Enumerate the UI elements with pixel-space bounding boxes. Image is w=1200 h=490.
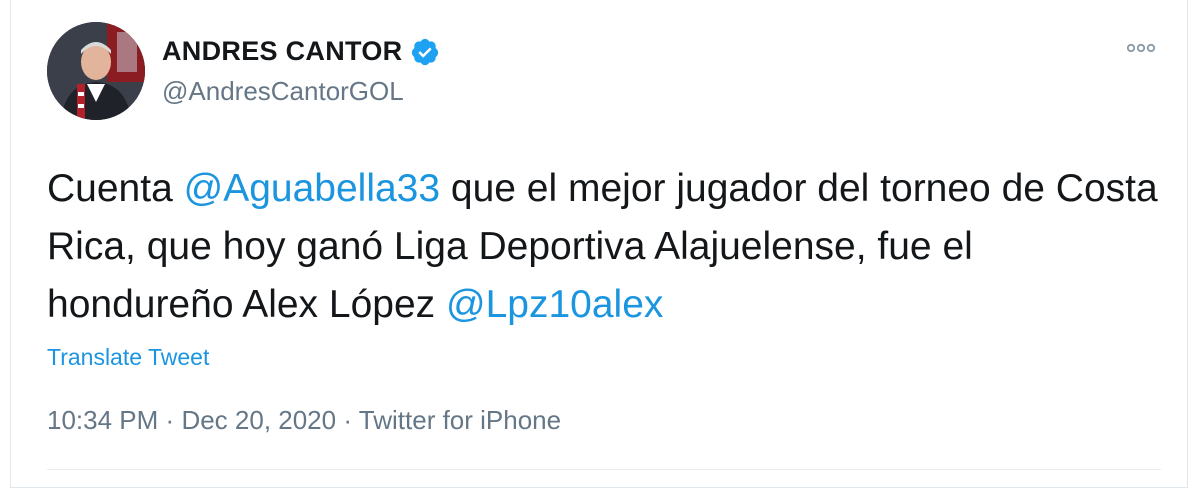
author-name-row[interactable]: ANDRES CANTOR bbox=[162, 36, 440, 67]
translate-tweet-link[interactable]: Translate Tweet bbox=[47, 344, 209, 371]
author-handle[interactable]: @AndresCantorGOL bbox=[162, 76, 404, 107]
mention-link[interactable]: @Lpz10alex bbox=[446, 283, 663, 326]
separator-dot: · bbox=[165, 405, 175, 435]
author-display-name[interactable]: ANDRES CANTOR bbox=[162, 36, 402, 67]
more-options-icon[interactable] bbox=[1123, 38, 1159, 58]
divider bbox=[47, 469, 1161, 470]
tweet-text: Cuenta @Aguabella33 que el mejor jugador… bbox=[47, 160, 1167, 334]
tweet-source[interactable]: Twitter for iPhone bbox=[359, 405, 561, 435]
tweet-card: ANDRES CANTOR @AndresCantorGOL Cuenta @A… bbox=[10, 0, 1188, 488]
avatar-image bbox=[47, 22, 145, 120]
verified-badge-icon bbox=[410, 37, 440, 67]
mention-link[interactable]: @Aguabella33 bbox=[184, 167, 440, 210]
tweet-time[interactable]: 10:34 PM bbox=[47, 405, 158, 435]
tweet-text-part: Cuenta bbox=[47, 167, 184, 210]
avatar[interactable] bbox=[47, 22, 145, 120]
separator-dot: · bbox=[343, 405, 353, 435]
tweet-date[interactable]: Dec 20, 2020 bbox=[181, 405, 336, 435]
tweet-metadata: 10:34 PM · Dec 20, 2020 · Twitter for iP… bbox=[47, 405, 561, 436]
